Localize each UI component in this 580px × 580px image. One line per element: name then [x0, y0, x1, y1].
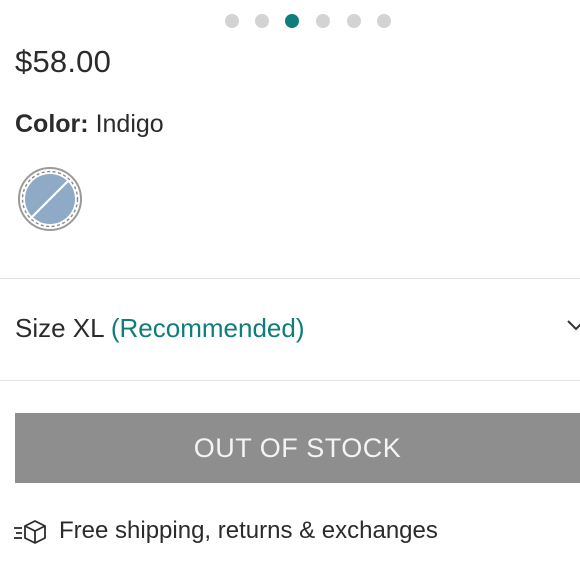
product-price: $58.00 [15, 44, 112, 79]
color-selection: Color: Indigo [15, 110, 164, 139]
size-value: Size XL [15, 313, 104, 343]
color-label: Color: [15, 110, 89, 138]
divider [0, 380, 580, 381]
color-value: Indigo [95, 110, 164, 138]
carousel-dot[interactable] [255, 14, 269, 28]
carousel-dot-active[interactable] [285, 14, 299, 28]
carousel-dot[interactable] [377, 14, 391, 28]
size-recommended-tag: (Recommended) [110, 313, 305, 343]
size-dropdown[interactable]: Size XL (Recommended) [0, 280, 580, 380]
divider [0, 278, 580, 279]
size-label: Size XL (Recommended) [15, 313, 305, 344]
box-icon [14, 520, 46, 544]
carousel-dot[interactable] [347, 14, 361, 28]
swatch-crossed-icon [18, 167, 82, 231]
carousel-dot[interactable] [316, 14, 330, 28]
chevron-down-icon [567, 320, 580, 331]
shipping-text: Free shipping, returns & exchanges [59, 517, 438, 544]
carousel-dot[interactable] [225, 14, 239, 28]
out-of-stock-button[interactable]: OUT OF STOCK [15, 413, 580, 483]
carousel-dots [0, 14, 580, 30]
color-swatch-indigo[interactable] [17, 166, 83, 232]
